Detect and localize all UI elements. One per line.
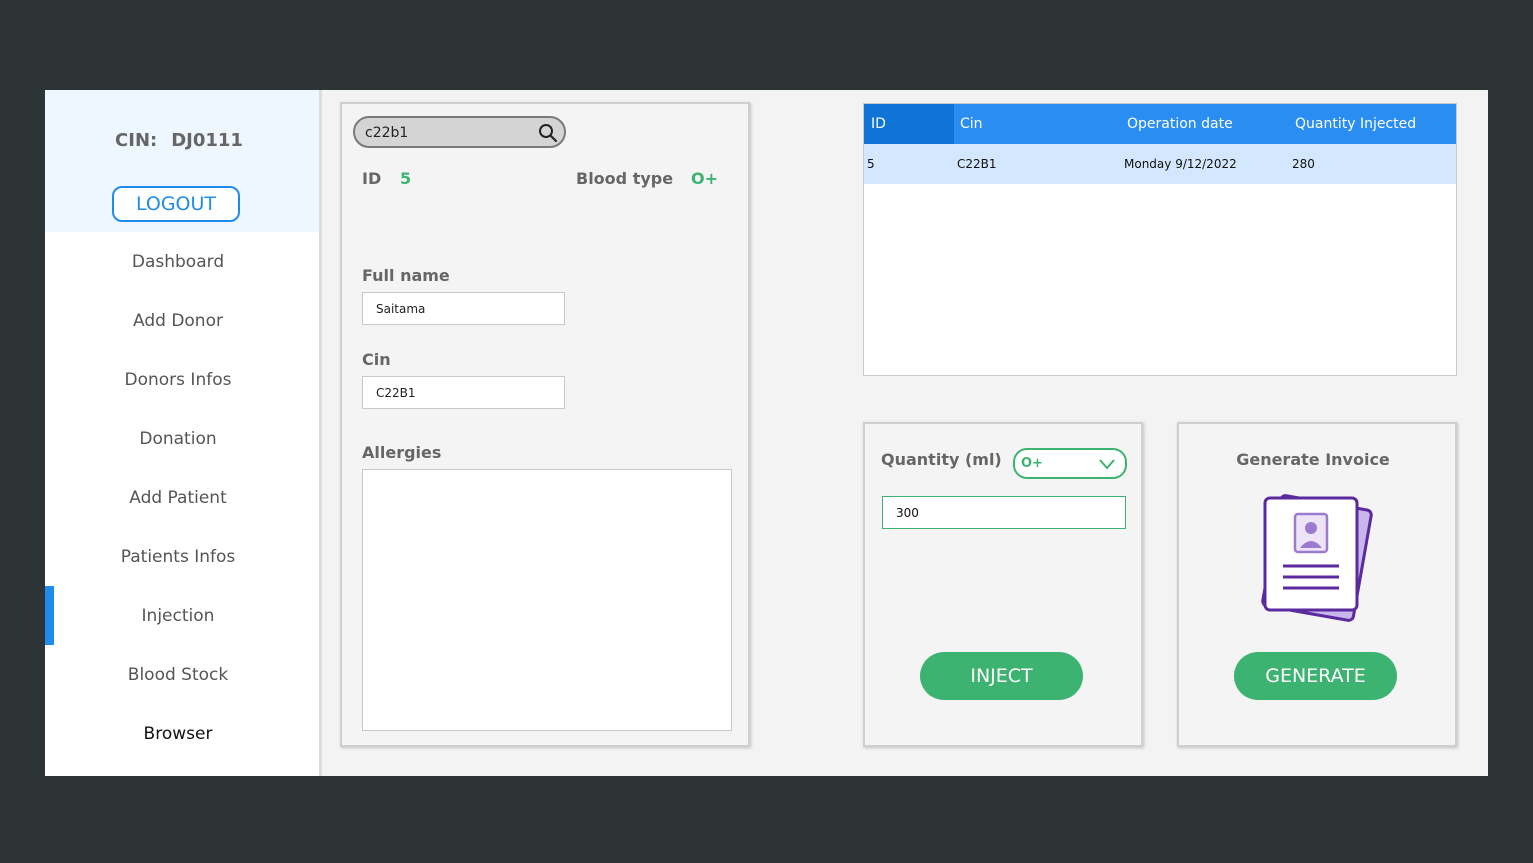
cell-quantity-injected: 280: [1292, 157, 1315, 171]
sidebar-item-add-donor[interactable]: Add Donor: [45, 301, 311, 341]
inject-button[interactable]: INJECT: [920, 652, 1083, 700]
generate-button[interactable]: GENERATE: [1234, 652, 1397, 700]
injection-panel: Quantity (ml) O+ INJECT: [863, 422, 1143, 747]
table-row[interactable]: 5 C22B1 Monday 9/12/2022 280: [864, 144, 1456, 184]
invoice-title: Generate Invoice: [1236, 450, 1390, 469]
user-cin-label: CIN:: [115, 130, 158, 151]
sidebar-item-dashboard[interactable]: Dashboard: [45, 242, 311, 282]
sidebar-item-donation[interactable]: Donation: [45, 419, 311, 459]
user-cin-value: DJ0111: [171, 130, 243, 151]
user-cin: CIN: DJ0111: [45, 130, 313, 151]
allergies-textarea[interactable]: [362, 469, 732, 731]
sidebar-header: CIN: DJ0111 LOGOUT: [45, 90, 319, 232]
cell-cin: C22B1: [957, 157, 997, 171]
app-window: CIN: DJ0111 LOGOUT Dashboard Add Donor Do…: [45, 90, 1488, 776]
cell-id: 5: [867, 157, 875, 171]
sidebar-item-patients-infos[interactable]: Patients Infos: [45, 537, 311, 577]
allergies-label: Allergies: [362, 443, 442, 462]
quantity-input[interactable]: [882, 496, 1126, 529]
sidebar-item-browser[interactable]: Browser: [45, 714, 311, 754]
patient-id-value: 5: [400, 169, 412, 188]
sidebar-item-add-patient[interactable]: Add Patient: [45, 478, 311, 518]
column-header-operation-date[interactable]: Operation date: [1127, 104, 1233, 144]
full-name-label: Full name: [362, 266, 450, 285]
column-header-quantity-injected[interactable]: Quantity Injected: [1295, 104, 1416, 144]
sidebar-item-blood-stock[interactable]: Blood Stock: [45, 655, 311, 695]
invoice-document-icon: [1261, 494, 1373, 622]
column-header-id[interactable]: ID: [871, 104, 886, 144]
table-header: ID Cin Operation date Quantity Injected: [864, 104, 1456, 144]
patient-id-label: ID: [362, 169, 382, 188]
logout-button[interactable]: LOGOUT: [112, 186, 240, 222]
chevron-down-icon: [1099, 459, 1115, 470]
patient-panel: ID 5 Blood type O+ Full name Saitama Cin…: [340, 102, 750, 747]
blood-type-select[interactable]: O+: [1013, 448, 1127, 479]
sidebar-item-donors-infos[interactable]: Donors Infos: [45, 360, 311, 400]
column-header-cin[interactable]: Cin: [960, 104, 983, 144]
sidebar-item-injection[interactable]: Injection: [45, 596, 311, 636]
cell-operation-date: Monday 9/12/2022: [1124, 157, 1237, 171]
cin-field[interactable]: C22B1: [362, 376, 565, 409]
blood-type-value: O+: [691, 169, 719, 188]
search-icon[interactable]: [538, 123, 558, 143]
sidebar: CIN: DJ0111 LOGOUT Dashboard Add Donor Do…: [45, 90, 322, 776]
injection-history-table: ID Cin Operation date Quantity Injected …: [863, 103, 1457, 376]
cin-label: Cin: [362, 350, 391, 369]
quantity-label: Quantity (ml): [881, 450, 1002, 469]
invoice-panel: Generate Invoice GENERATE: [1177, 422, 1457, 747]
blood-type-label: Blood type: [576, 169, 674, 188]
blood-type-select-value: O+: [1021, 456, 1043, 471]
search-input[interactable]: [365, 123, 530, 143]
full-name-field[interactable]: Saitama: [362, 292, 565, 325]
search-box: [353, 116, 566, 148]
